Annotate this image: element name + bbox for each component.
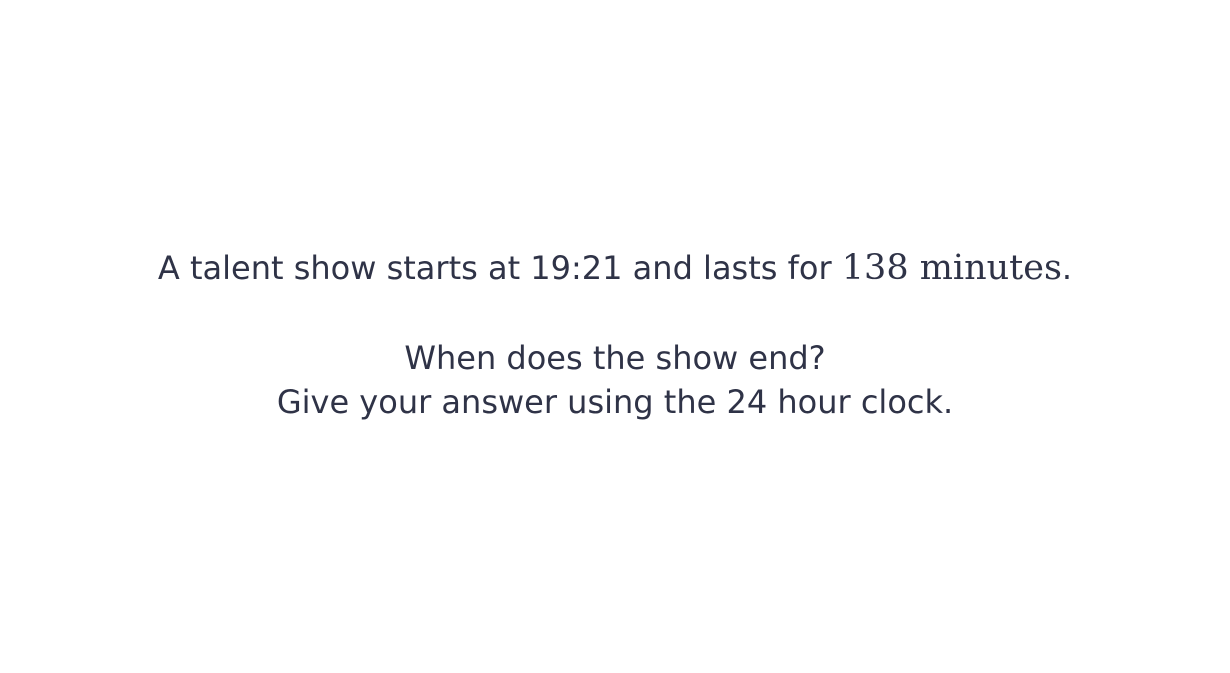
- question-statement: A talent show starts at 19:21 and lasts …: [0, 246, 1230, 290]
- question-prompt: When does the show end?: [404, 339, 826, 377]
- duration-math: 138 minutes: [841, 248, 1062, 288]
- question-statement-period: .: [1061, 249, 1073, 287]
- answer-instruction: Give your answer using the 24 hour clock…: [276, 383, 954, 421]
- question-page: A talent show starts at 19:21 and lasts …: [0, 0, 1230, 673]
- question-statement-text: A talent show starts at 19:21 and lasts …: [157, 249, 842, 287]
